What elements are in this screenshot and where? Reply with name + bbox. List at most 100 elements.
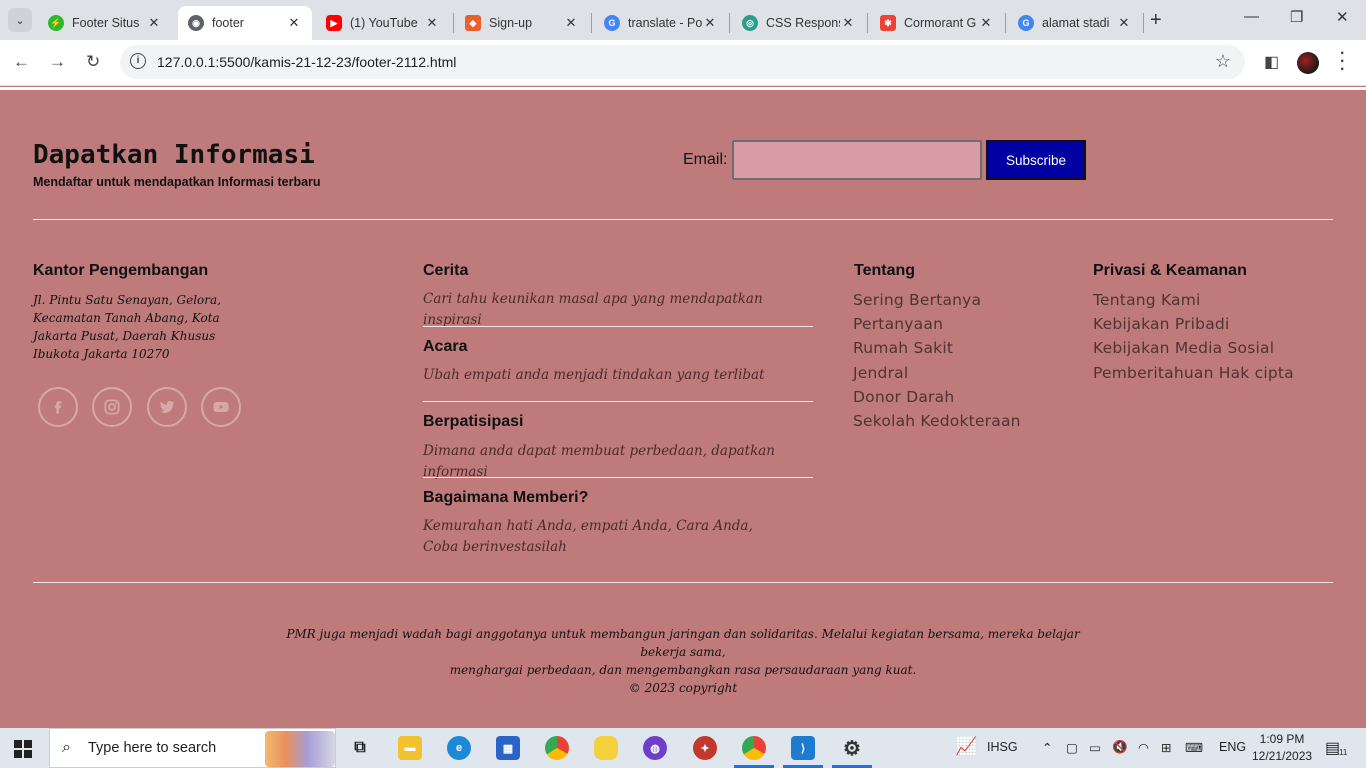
- url-text[interactable]: 127.0.0.1:5500/kamis-21-12-23/footer-211…: [157, 54, 456, 70]
- about-link[interactable]: Rumah Sakit: [853, 336, 1021, 360]
- facebook-button[interactable]: [38, 387, 78, 427]
- tab-sign-up[interactable]: ◈ Sign-up ✕: [455, 6, 589, 40]
- tab-search-button[interactable]: ⌄: [8, 8, 32, 32]
- kebab-menu-icon[interactable]: · · ·: [1340, 46, 1345, 78]
- tab-divider: [453, 13, 454, 33]
- about-link[interactable]: Sekolah Kedokteraan: [853, 409, 1021, 433]
- address-bar[interactable]: i 127.0.0.1:5500/kamis-21-12-23/footer-2…: [120, 45, 1245, 79]
- privacy-link[interactable]: Kebijakan Media Sosial: [1093, 336, 1294, 360]
- copyright-text: © 2023 copyright: [628, 681, 738, 695]
- windows-start-icon[interactable]: [14, 740, 32, 763]
- tab-divider: [591, 13, 592, 33]
- window-close-icon[interactable]: ✕: [1336, 8, 1349, 26]
- clock-date: 12/21/2023: [1252, 749, 1313, 763]
- close-icon[interactable]: ✕: [424, 15, 440, 31]
- about-link[interactable]: Donor Darah: [853, 385, 1021, 409]
- tab-label: footer: [212, 16, 244, 30]
- meet-icon[interactable]: ▢: [1066, 740, 1078, 755]
- tab-label: translate - Po: [628, 16, 702, 30]
- story-title-acara: Acara: [423, 338, 468, 355]
- office-address: Jl. Pintu Satu Senayan, Gelora, Kecamata…: [33, 293, 221, 361]
- story-text-bagaimana-memberi: Kemurahan hati Anda, empati Anda, Cara A…: [423, 518, 753, 555]
- search-highlight-illustration: [265, 731, 335, 767]
- privacy-link[interactable]: Kebijakan Pribadi: [1093, 312, 1294, 336]
- bookmark-star-icon[interactable]: ☆: [1215, 51, 1231, 72]
- info-icon[interactable]: i: [130, 53, 146, 69]
- chevron-down-icon: ⌄: [15, 14, 25, 27]
- search-icon: ⌕: [62, 739, 71, 756]
- chevron-up-icon[interactable]: ⌃: [1042, 740, 1052, 755]
- reload-icon[interactable]: ↻: [86, 52, 100, 72]
- xampp-icon[interactable]: ✦: [693, 736, 717, 760]
- tab-translate[interactable]: G translate - Po ✕: [594, 6, 728, 40]
- tab-footer[interactable]: ◉ footer ✕: [178, 6, 312, 40]
- wifi-icon[interactable]: ◠: [1138, 740, 1149, 755]
- twitter-button[interactable]: [147, 387, 187, 427]
- tab-divider: [1005, 13, 1006, 33]
- about-link[interactable]: Pertanyaan: [853, 312, 1021, 336]
- system-clock[interactable]: 1:09 PM 12/21/2023: [1252, 731, 1312, 765]
- close-icon[interactable]: ✕: [146, 15, 162, 31]
- stock-chart-icon[interactable]: 📈: [955, 736, 977, 757]
- forward-arrow-icon[interactable]: →: [49, 52, 66, 72]
- about-link[interactable]: Jendral: [853, 361, 1021, 385]
- close-icon[interactable]: ✕: [840, 15, 856, 31]
- store-icon[interactable]: ▦: [496, 736, 520, 760]
- about-links: Sering Bertanya Pertanyaan Rumah Sakit J…: [853, 288, 1021, 433]
- settings-gear-icon[interactable]: ⚙: [840, 736, 864, 760]
- file-explorer-icon[interactable]: ▬: [398, 736, 422, 760]
- privacy-links: Tentang Kami Kebijakan Pribadi Kebijakan…: [1093, 288, 1294, 385]
- battery-icon[interactable]: ▭: [1089, 740, 1101, 755]
- privacy-link[interactable]: Pemberitahuan Hak cipta: [1093, 361, 1294, 385]
- close-icon[interactable]: ✕: [563, 15, 579, 31]
- story-text-acara: Ubah empati anda menjadi tindakan yang t…: [423, 367, 765, 383]
- language-indicator[interactable]: ENG: [1219, 740, 1246, 754]
- minimize-icon[interactable]: —: [1244, 8, 1259, 25]
- instagram-icon: [104, 399, 120, 415]
- privacy-link[interactable]: Tentang Kami: [1093, 288, 1294, 312]
- footer-note-line: menghargai perbedaan, dan mengembangkan …: [449, 663, 917, 677]
- volume-mute-icon[interactable]: 🔇: [1112, 740, 1128, 755]
- google-icon: G: [604, 15, 620, 31]
- stock-ticker-label[interactable]: IHSG: [987, 740, 1018, 754]
- about-link[interactable]: Sering Bertanya: [853, 288, 1021, 312]
- tab-cormorant[interactable]: ✱ Cormorant G ✕: [870, 6, 1004, 40]
- restore-icon[interactable]: ❐: [1290, 8, 1303, 26]
- tab-label: Footer Situs: [72, 16, 140, 30]
- chrome-active-icon[interactable]: [742, 736, 766, 760]
- notification-icon[interactable]: ▤: [1325, 738, 1340, 758]
- globe-icon: ◉: [188, 15, 204, 31]
- keyboard-icon[interactable]: ⌨: [1185, 740, 1203, 755]
- section-divider: [33, 219, 1333, 220]
- tab-footer-situs[interactable]: ⚡ Footer Situs ✕: [38, 6, 172, 40]
- tab-divider: [729, 13, 730, 33]
- edge-icon[interactable]: e: [447, 736, 471, 760]
- close-icon[interactable]: ✕: [978, 15, 994, 31]
- section-divider: [33, 582, 1333, 583]
- taskbar-search-placeholder: Type here to search: [88, 740, 217, 756]
- subscribe-button[interactable]: Subscribe: [986, 140, 1086, 180]
- instagram-button[interactable]: [92, 387, 132, 427]
- taskbar-search[interactable]: ⌕ Type here to search: [49, 728, 336, 768]
- back-arrow-icon[interactable]: ←: [13, 52, 30, 72]
- close-icon[interactable]: ✕: [1116, 15, 1132, 31]
- tab-alamat-stadion[interactable]: G alamat stadi ✕: [1008, 6, 1142, 40]
- tab-youtube[interactable]: ▶ (1) YouTube ✕: [316, 6, 450, 40]
- sticky-app-icon[interactable]: [594, 736, 618, 760]
- network-icon[interactable]: ⊞: [1161, 740, 1171, 755]
- side-panel-icon[interactable]: ◧: [1264, 52, 1279, 72]
- profile-avatar[interactable]: [1297, 52, 1319, 74]
- close-icon[interactable]: ✕: [286, 15, 302, 31]
- close-icon[interactable]: ✕: [702, 15, 718, 31]
- tab-css-responsive[interactable]: ◎ CSS Respons ✕: [732, 6, 866, 40]
- tab-label: (1) YouTube: [350, 16, 418, 30]
- new-tab-button[interactable]: +: [1150, 9, 1162, 32]
- github-desktop-icon[interactable]: ◍: [643, 736, 667, 760]
- task-view-icon[interactable]: ⧉: [348, 736, 372, 760]
- twitter-icon: [159, 400, 175, 413]
- chrome-icon[interactable]: [545, 736, 569, 760]
- vscode-icon[interactable]: ⟩: [791, 736, 815, 760]
- youtube-button[interactable]: [201, 387, 241, 427]
- email-input[interactable]: [732, 140, 982, 180]
- tab-divider: [1143, 13, 1144, 33]
